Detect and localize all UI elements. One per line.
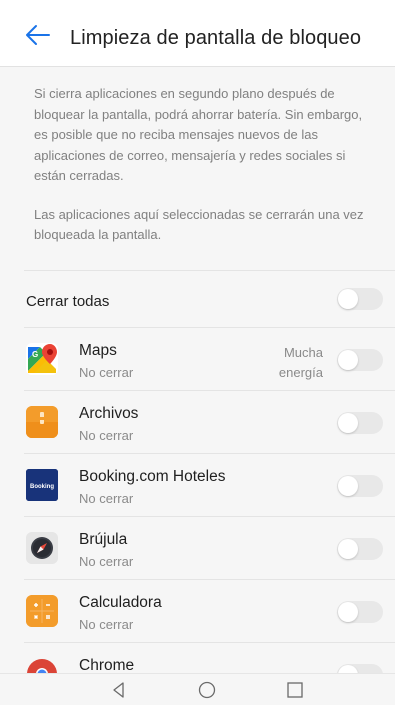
- app-name: Booking.com Hoteles: [79, 468, 226, 485]
- app-name: Archivos: [79, 405, 139, 422]
- recents-square-icon[interactable]: [286, 681, 304, 699]
- navigation-bar: [0, 673, 395, 705]
- maps-toggle[interactable]: [337, 349, 383, 371]
- app-status: No cerrar: [79, 365, 134, 380]
- description-paragraph-2: Las aplicaciones aquí seleccionadas se c…: [34, 206, 364, 243]
- svg-text:Booking: Booking: [30, 484, 54, 490]
- app-row-calculadora[interactable]: Calculadora No cerrar: [24, 579, 395, 643]
- booking-icon: Booking: [26, 469, 58, 501]
- app-row-brujula[interactable]: Brújula No cerrar: [24, 516, 395, 580]
- home-circle-icon[interactable]: [198, 681, 216, 699]
- description-paragraph-1: Si cierra aplicaciones en segundo plano …: [34, 86, 363, 183]
- files-icon: [26, 406, 58, 438]
- back-triangle-icon[interactable]: [110, 681, 128, 699]
- app-row-chrome[interactable]: Chrome: [24, 642, 395, 673]
- app-status: No cerrar: [79, 428, 134, 443]
- app-status: No cerrar: [79, 617, 134, 632]
- close-all-toggle[interactable]: [337, 288, 383, 310]
- svg-text:G: G: [32, 350, 38, 359]
- calculadora-toggle[interactable]: [337, 601, 383, 623]
- app-row-booking[interactable]: Booking Booking.com Hoteles No cerrar: [24, 453, 395, 517]
- energy-note: Mucha energía: [278, 345, 323, 380]
- description-text: Si cierra aplicaciones en segundo plano …: [34, 84, 374, 264]
- back-arrow-icon[interactable]: [24, 24, 50, 46]
- app-status: No cerrar: [79, 554, 134, 569]
- settings-content[interactable]: Si cierra aplicaciones en segundo plano …: [0, 67, 395, 673]
- app-name: Chrome: [79, 657, 135, 673]
- page-title: Limpieza de pantalla de bloqueo: [70, 27, 362, 49]
- app-row-maps[interactable]: G Maps No cerrar Mucha energía: [24, 327, 395, 391]
- google-maps-icon: G: [26, 343, 58, 375]
- chrome-toggle[interactable]: [337, 664, 383, 673]
- app-row-archivos[interactable]: Archivos No cerrar: [24, 390, 395, 454]
- close-all-row[interactable]: Cerrar todas: [24, 270, 395, 328]
- archivos-toggle[interactable]: [337, 412, 383, 434]
- app-name: Calculadora: [79, 594, 162, 611]
- app-name: Brújula: [79, 531, 128, 548]
- brujula-toggle[interactable]: [337, 538, 383, 560]
- calculator-icon: [26, 595, 58, 627]
- app-status: No cerrar: [79, 491, 134, 506]
- booking-toggle[interactable]: [337, 475, 383, 497]
- close-all-label: Cerrar todas: [26, 293, 110, 310]
- app-name: Maps: [79, 342, 117, 359]
- compass-icon: [26, 532, 58, 564]
- chrome-icon: [26, 658, 58, 673]
- app-bar: Limpieza de pantalla de bloqueo: [0, 0, 395, 67]
